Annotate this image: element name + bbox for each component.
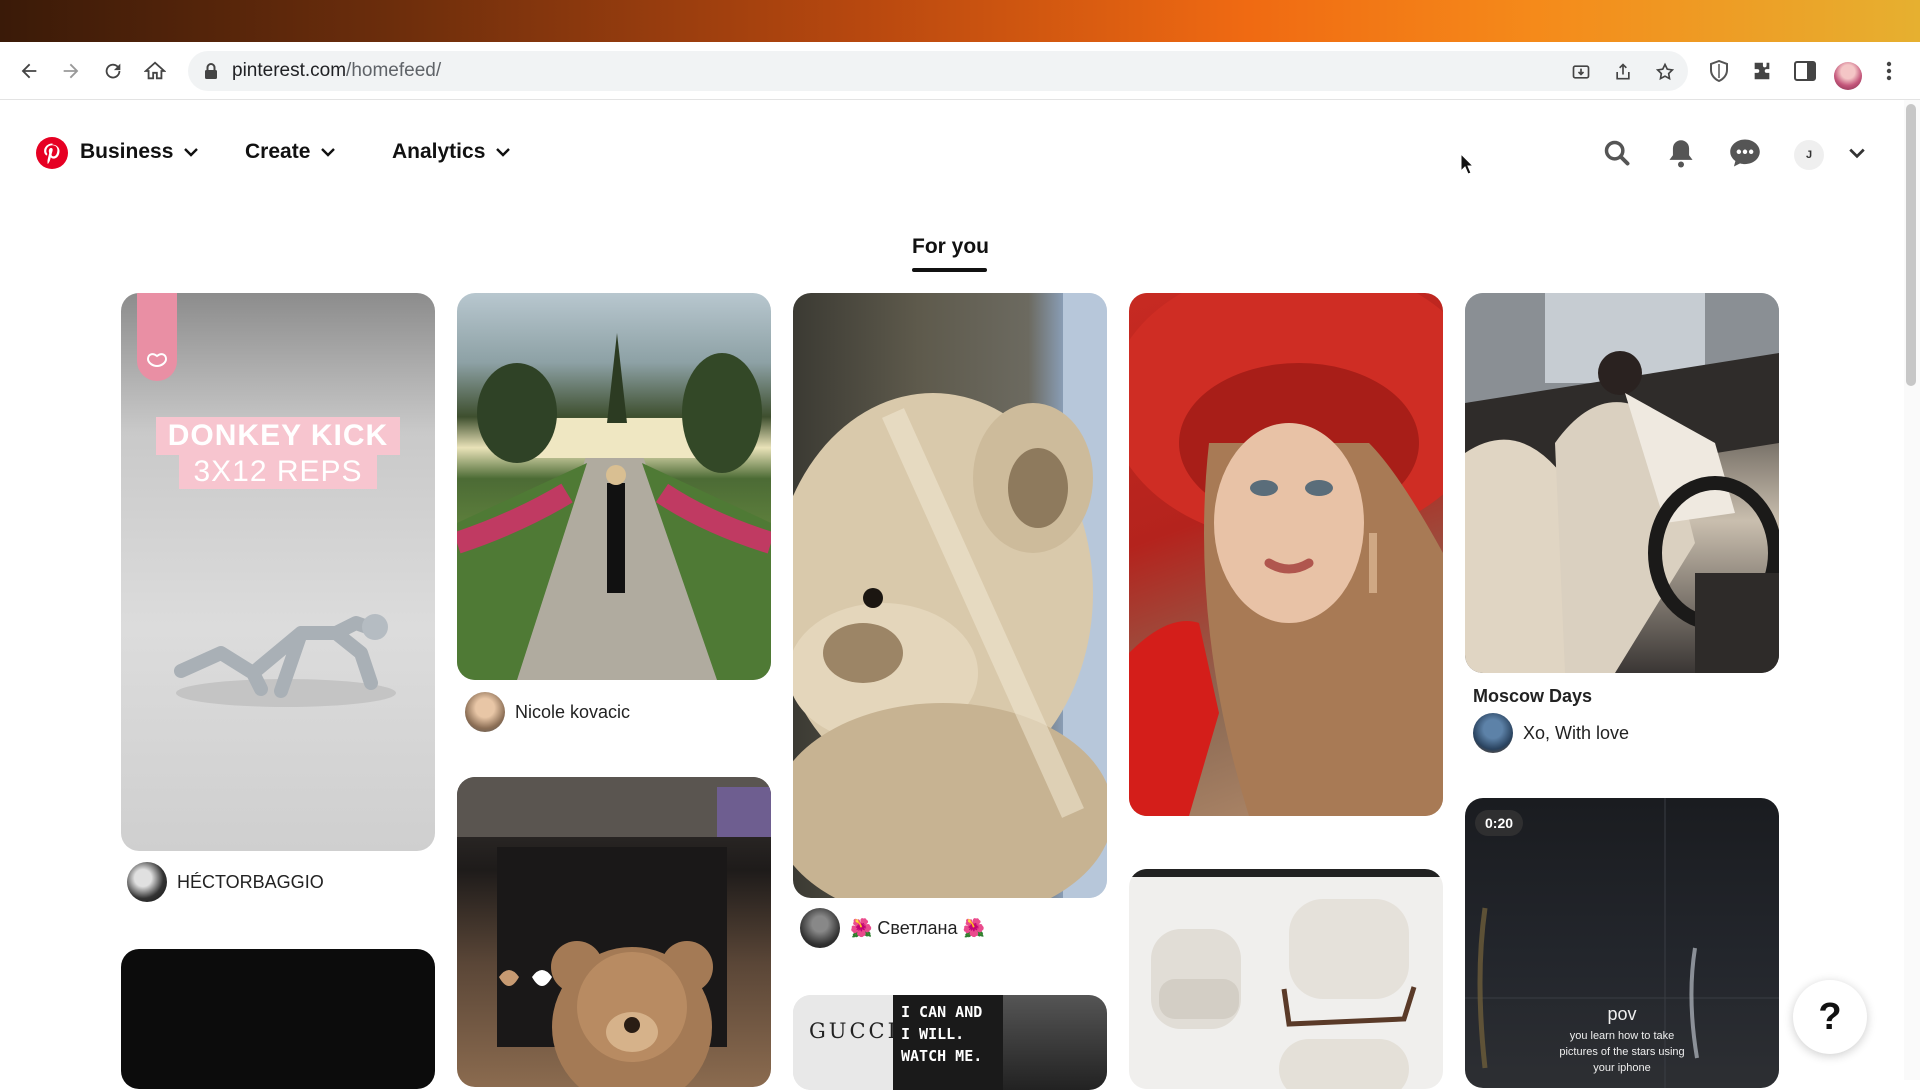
pin-teddy-room[interactable] — [457, 777, 771, 1087]
install-app-icon[interactable] — [1570, 61, 1592, 83]
quote-block: I CAN AND I WILL. WATCH ME. — [893, 995, 1003, 1090]
chevron-down-icon — [184, 148, 199, 157]
forward-arrow-icon — [63, 63, 79, 79]
business-menu-label: Business — [80, 140, 174, 163]
chevron-down-icon — [321, 148, 336, 157]
side-panel-icon[interactable] — [1792, 58, 1818, 84]
help-label: ? — [1818, 995, 1842, 1038]
armchairs-photo — [1129, 869, 1443, 1089]
bookmark-star-icon[interactable] — [1654, 61, 1676, 83]
home-button[interactable] — [140, 56, 170, 86]
video-duration-badge: 0:20 — [1475, 810, 1524, 836]
pin-armchairs[interactable] — [1129, 869, 1443, 1089]
share-icon[interactable] — [1612, 61, 1634, 83]
teddy-bear-photo — [793, 293, 1107, 898]
author-avatar — [127, 862, 167, 902]
gucci-logo-block: GUCCI — [793, 995, 896, 1090]
author-avatar — [1473, 713, 1513, 753]
url-text: pinterest.com/homefeed/ — [232, 60, 441, 82]
author-name: Xo, With love — [1523, 722, 1630, 743]
pin-video-pov[interactable]: 0:20 pov you learn how to take pictures … — [1465, 798, 1779, 1088]
quote-line: WATCH ME. — [901, 1047, 983, 1065]
author-name: HÉCTORBAGGIO — [177, 871, 324, 892]
account-initial: J — [1805, 149, 1813, 161]
forward-button[interactable] — [56, 56, 86, 86]
pin-dark[interactable] — [121, 949, 435, 1089]
portrait-photo — [1129, 293, 1443, 816]
help-button[interactable]: ? — [1793, 980, 1867, 1054]
browser-toolbar: pinterest.com/homefeed/ — [0, 42, 1920, 100]
author-name: Nicole kovacic — [515, 701, 631, 722]
author-avatar — [465, 692, 505, 732]
browser-menu-icon[interactable] — [1876, 58, 1902, 84]
create-menu[interactable]: Create — [245, 140, 336, 164]
bell-icon — [1669, 140, 1693, 168]
browser-profile-avatar[interactable] — [1834, 62, 1862, 90]
author-avatar — [800, 908, 840, 948]
reload-button[interactable] — [98, 56, 128, 86]
lock-icon — [205, 63, 217, 79]
analytics-menu[interactable]: Analytics — [392, 140, 511, 164]
chevron-down-icon — [1849, 148, 1865, 159]
quote-line: I WILL. — [901, 1025, 965, 1043]
quote-line: I CAN AND — [901, 1003, 983, 1021]
mouse-cursor-icon — [1460, 153, 1474, 175]
desktop-wallpaper — [0, 0, 1920, 42]
scrollbar-thumb[interactable] — [1906, 104, 1916, 386]
pin-red-hat-portrait[interactable] — [1129, 293, 1443, 816]
pin-author-row[interactable]: Xo, With love — [1473, 713, 1629, 753]
messages-button[interactable] — [1728, 136, 1762, 170]
video-caption-title: pov — [1607, 1004, 1637, 1024]
active-tab-indicator — [912, 268, 987, 272]
home-icon — [144, 61, 166, 80]
account-menu-button[interactable] — [1840, 136, 1874, 170]
author-name: 🌺 Светлана 🌺 — [850, 917, 985, 938]
shield-extension-icon[interactable] — [1706, 58, 1732, 84]
url-path: /homefeed/ — [346, 60, 442, 81]
reload-icon — [105, 63, 121, 79]
car-interior-photo — [1465, 293, 1779, 673]
url-host: pinterest.com — [232, 60, 347, 81]
video-caption-line: pictures of the stars using — [1559, 1046, 1685, 1058]
back-arrow-icon — [21, 63, 37, 79]
pin-title: Moscow Days — [1473, 686, 1593, 706]
address-bar[interactable]: pinterest.com/homefeed/ — [188, 51, 1688, 91]
chevron-down-icon — [496, 148, 511, 157]
puzzle-extensions-icon[interactable] — [1749, 58, 1775, 84]
pin-giant-teddy[interactable] — [793, 293, 1107, 898]
pinterest-header: Business Create Analytics J — [0, 100, 1900, 208]
pin-author-row[interactable]: HÉCTORBAGGIO — [127, 862, 324, 902]
pin-author-row[interactable]: 🌺 Светлана 🌺 — [800, 908, 985, 948]
account-avatar[interactable]: J — [1794, 140, 1824, 170]
back-button[interactable] — [14, 56, 44, 86]
pin-subheadline: 3X12 REPS — [179, 455, 377, 489]
gucci-brand-text: GUCCI — [809, 1019, 899, 1043]
analytics-menu-label: Analytics — [392, 140, 486, 163]
video-caption-line: you learn how to take — [1569, 1030, 1675, 1042]
business-menu[interactable]: Business — [80, 140, 199, 164]
search-icon — [1604, 140, 1630, 166]
video-caption-line: your iphone — [1593, 1062, 1651, 1074]
pin-author-row[interactable]: Nicole kovacic — [465, 692, 630, 732]
create-menu-label: Create — [245, 140, 311, 163]
pin-donkey-kick[interactable]: DONKEY KICK 3X12 REPS — [121, 293, 435, 851]
pinterest-logo-icon[interactable] — [36, 137, 68, 169]
bookmark-tag — [137, 293, 177, 381]
chat-bubble-icon — [1730, 139, 1760, 167]
pin-moscow-days[interactable] — [1465, 293, 1779, 673]
teddy-room-photo — [457, 777, 771, 1087]
heart-logo-icon — [146, 353, 168, 367]
pin-garden[interactable] — [457, 293, 771, 680]
exercise-figure-illustration — [174, 614, 396, 707]
tab-for-you[interactable]: For you — [912, 235, 989, 259]
pin-headline: DONKEY KICK — [155, 417, 401, 455]
night-sky-photo — [1465, 798, 1779, 1088]
search-button[interactable] — [1600, 136, 1634, 170]
pin-gucci[interactable]: GUCCI I CAN AND I WILL. WATCH ME. — [793, 995, 1107, 1090]
garden-photo — [457, 333, 771, 680]
interior-photo — [1003, 995, 1107, 1090]
notifications-button[interactable] — [1664, 136, 1698, 170]
